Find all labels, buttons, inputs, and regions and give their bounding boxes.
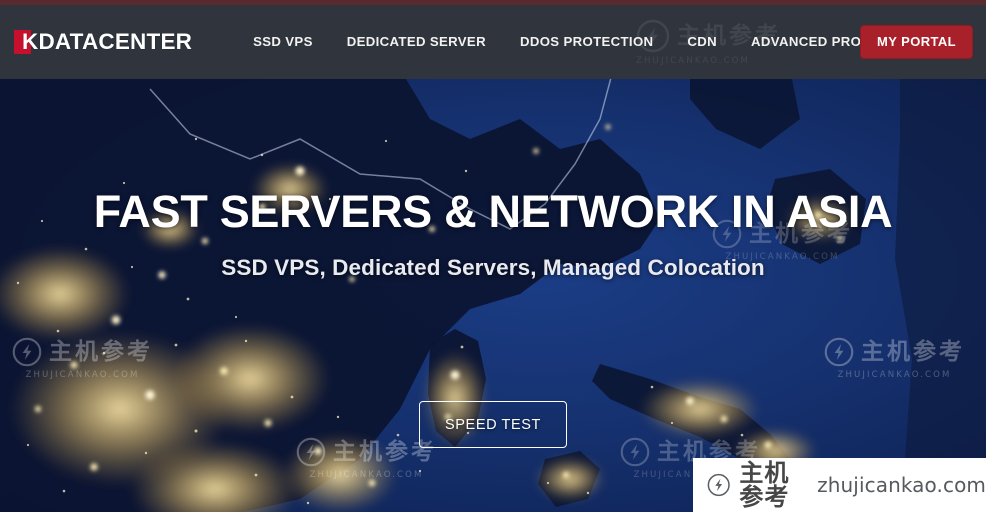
hero-subtitle: SSD VPS, Dedicated Servers, Managed Colo… bbox=[221, 255, 765, 280]
nav-item-ddos-protection[interactable]: DDOS PROTECTION bbox=[503, 35, 670, 48]
speed-test-button[interactable]: SPEED TEST bbox=[419, 401, 567, 448]
zhujicankao-badge: 主机参考 zhujicankao.com bbox=[693, 458, 986, 512]
hero-section: 主机参考 ZHUJICANKAO.COM 主机参考 ZHUJICANKAO.CO… bbox=[0, 79, 986, 512]
logo-word: DATACENTER bbox=[38, 28, 193, 54]
nav-item-cdn[interactable]: CDN bbox=[670, 35, 734, 48]
badge-url: zhujicankao.com bbox=[817, 473, 986, 497]
lightning-circle-icon bbox=[707, 473, 730, 497]
nav-watermark-en: ZHUJICANKAO.COM bbox=[636, 56, 751, 66]
site-logo[interactable]: KDATACENTER bbox=[14, 27, 192, 57]
logo-text: KDATACENTER bbox=[22, 28, 193, 54]
hero-title: FAST SERVERS & NETWORK IN ASIA bbox=[93, 186, 893, 237]
nav-item-dedicated-server[interactable]: DEDICATED SERVER bbox=[330, 35, 503, 48]
nav-item-ssd-vps[interactable]: SSD VPS bbox=[236, 35, 330, 48]
logo-letter-k: K bbox=[22, 28, 39, 54]
my-portal-button[interactable]: MY PORTAL bbox=[860, 25, 973, 59]
page-root: 主机参考 ZHUJICANKAO.COM KDATACENTER SSD VPS… bbox=[0, 0, 986, 512]
badge-brand-cn: 主机参考 bbox=[739, 459, 790, 511]
site-header: 主机参考 ZHUJICANKAO.COM KDATACENTER SSD VPS… bbox=[0, 5, 986, 79]
main-navigation: SSD VPS DEDICATED SERVER DDOS PROTECTION… bbox=[236, 35, 938, 49]
